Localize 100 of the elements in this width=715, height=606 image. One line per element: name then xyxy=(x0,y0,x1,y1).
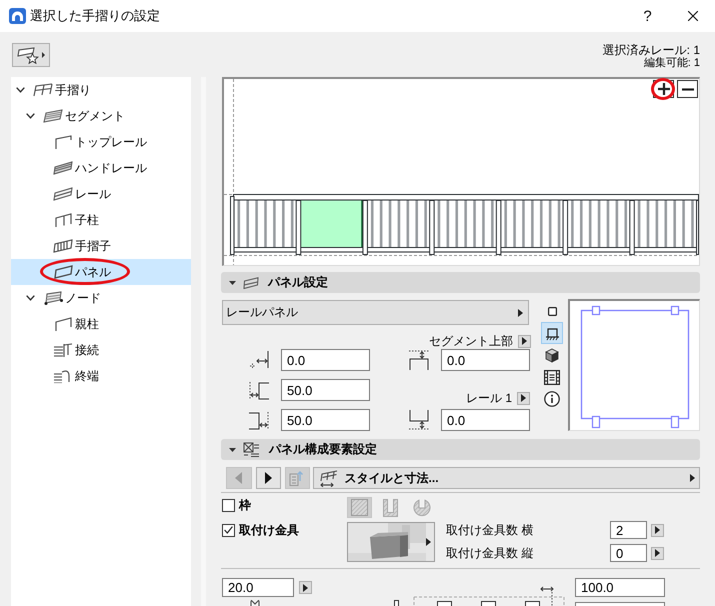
checkmark-icon xyxy=(224,526,233,534)
railing-dimension-icon xyxy=(318,470,339,486)
input-field[interactable]: 0 xyxy=(610,544,647,562)
top-offset-icon xyxy=(408,349,430,371)
tree-item[interactable]: 手摺子 xyxy=(11,233,191,259)
next-button[interactable] xyxy=(256,467,281,489)
triangle-right-icon xyxy=(522,337,527,345)
checkbox-label: 枠 xyxy=(239,496,251,514)
checkbox[interactable] xyxy=(222,524,235,536)
tree-item[interactable]: パネル xyxy=(11,259,191,285)
help-button[interactable]: ? xyxy=(625,0,670,32)
railing-icon xyxy=(33,83,53,97)
tree-item[interactable]: 手摺り xyxy=(11,77,191,103)
tree-item[interactable]: 終端 xyxy=(11,363,191,389)
count-label: 取付け金具数 横 xyxy=(446,522,534,538)
component-list-icon xyxy=(243,442,260,458)
bracket-thumbnail[interactable] xyxy=(347,522,435,562)
input-field[interactable]: 20.0 xyxy=(222,578,294,597)
tree-item[interactable]: ハンドレール xyxy=(11,155,191,181)
checkbox-label: 取付け金具 xyxy=(239,522,299,538)
close-icon xyxy=(688,11,698,21)
info-icon xyxy=(544,391,560,407)
rail-icon xyxy=(53,187,73,201)
count-label: 取付け金具数 縦 xyxy=(446,544,534,562)
editable-count: 編集可能: 1 xyxy=(644,57,700,69)
node-icon xyxy=(43,291,63,305)
favorites-button[interactable] xyxy=(12,43,50,67)
reference-label: セグメント上部 xyxy=(429,334,513,348)
elevation-view-icon xyxy=(544,326,560,340)
bottom-offset-icon xyxy=(408,409,430,431)
railing-star-icon xyxy=(17,46,40,64)
input-field[interactable]: 50.0 xyxy=(281,409,370,431)
edit-handle[interactable] xyxy=(592,416,600,428)
dimension-icon xyxy=(250,600,260,606)
view-toggle-button[interactable] xyxy=(541,322,563,344)
chevron-down-icon[interactable] xyxy=(16,87,25,93)
input-field[interactable]: 50.0 xyxy=(281,379,370,401)
input-field[interactable] xyxy=(575,602,665,606)
panel-type-dropdown[interactable]: レールパネル xyxy=(222,300,529,325)
right-inset-icon xyxy=(248,409,270,431)
plus-icon xyxy=(658,83,670,95)
left-inset-icon xyxy=(248,379,270,401)
tree-item[interactable]: セグメント xyxy=(11,103,191,129)
cube-icon xyxy=(545,348,559,362)
section-title: パネル構成要素設定 xyxy=(269,441,377,458)
checkbox[interactable] xyxy=(222,498,235,512)
caret-right-icon xyxy=(42,52,45,58)
start-offset-icon xyxy=(248,349,270,371)
top-rail-icon xyxy=(53,135,73,149)
input-field[interactable]: 0.0 xyxy=(441,409,530,431)
triangle-right-icon xyxy=(264,472,272,484)
tree-item[interactable]: レール xyxy=(11,181,191,207)
triangle-left-icon xyxy=(235,472,242,484)
triangle-right-icon xyxy=(303,584,308,592)
edit-handle[interactable] xyxy=(592,306,600,316)
tree-item[interactable]: 子柱 xyxy=(11,207,191,233)
triangle-right-icon xyxy=(518,308,523,316)
newel-icon xyxy=(53,317,73,331)
section-title: パネル設定 xyxy=(268,274,328,291)
chevron-down-icon[interactable] xyxy=(26,113,35,119)
zoom-out-button[interactable] xyxy=(677,80,698,98)
input-field[interactable]: 2 xyxy=(610,521,647,539)
chevron-down-icon[interactable] xyxy=(26,295,35,301)
film-strip-icon xyxy=(544,370,560,384)
baluster-icon xyxy=(53,239,73,253)
square-icon xyxy=(548,306,556,316)
menu-arrow-button[interactable] xyxy=(517,392,530,404)
handrail-icon xyxy=(53,161,73,175)
menu-arrow-button[interactable] xyxy=(518,334,531,348)
minus-icon xyxy=(682,88,694,90)
tree-item[interactable]: 接続 xyxy=(11,337,191,363)
segment-icon xyxy=(43,109,63,123)
panel-icon xyxy=(53,265,73,279)
menu-arrow-button[interactable] xyxy=(299,581,312,594)
connection-icon xyxy=(53,343,73,357)
input-field[interactable]: 0.0 xyxy=(281,349,370,371)
triangle-right-icon xyxy=(655,549,660,557)
menu-arrow-button[interactable] xyxy=(651,524,664,536)
triangle-right-icon xyxy=(655,526,660,534)
edit-handle[interactable] xyxy=(670,416,680,428)
section-header[interactable]: パネル設定 xyxy=(221,272,700,293)
window-title: 選択した手摺りの設定 xyxy=(30,7,161,25)
edit-handle[interactable] xyxy=(670,306,680,316)
triangle-right-icon xyxy=(690,474,695,482)
input-field[interactable]: 100.0 xyxy=(575,578,665,597)
page-dropdown[interactable]: スタイルと寸法... xyxy=(312,467,700,489)
menu-arrow-button[interactable] xyxy=(651,546,664,560)
hatched-square-icon xyxy=(351,499,368,516)
input-field[interactable]: 0.0 xyxy=(441,349,530,371)
reference-label: レール 1 xyxy=(466,391,512,405)
triangle-right-icon xyxy=(521,394,526,402)
triangle-right-icon xyxy=(426,538,431,546)
section-header[interactable]: パネル構成要素設定 xyxy=(221,439,700,460)
tree-item[interactable]: 親柱 xyxy=(11,311,191,337)
view-toggle-button[interactable] xyxy=(541,388,563,410)
document-arrow-icon xyxy=(289,470,306,486)
tree-item[interactable]: ノード xyxy=(11,285,191,311)
channel-profile-icon xyxy=(383,498,398,516)
tree-item[interactable]: トップレール xyxy=(11,129,191,155)
round-profile-icon xyxy=(413,498,432,516)
